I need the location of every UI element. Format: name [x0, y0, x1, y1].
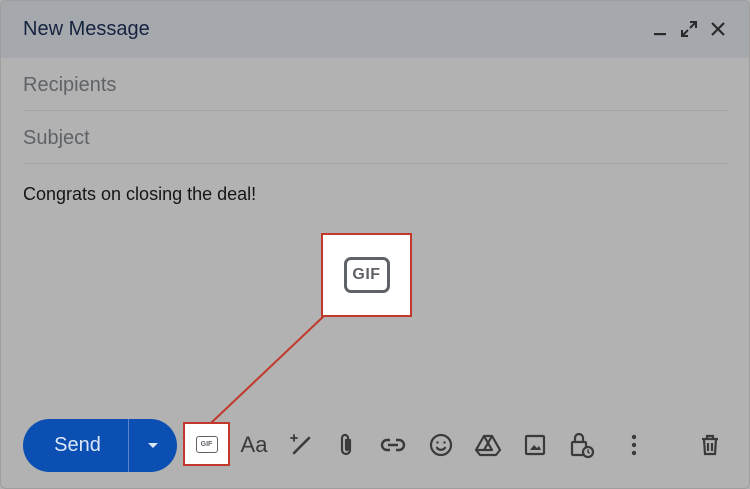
gif-icon: GIF [195, 435, 218, 453]
compose-window: New Message Recipients Subject Congrats … [0, 0, 750, 489]
insert-photo-button[interactable] [516, 426, 554, 464]
send-button[interactable]: Send [23, 419, 129, 472]
photo-icon [524, 434, 546, 456]
gif-icon-enlarged: GIF [343, 257, 390, 293]
dropdown-arrow-icon [148, 442, 158, 448]
link-button[interactable] [374, 426, 412, 464]
attach-icon [340, 433, 352, 456]
emoji-button[interactable] [422, 426, 460, 464]
gif-callout: GIF [321, 233, 412, 317]
ai-pen-button[interactable] [282, 426, 320, 464]
drive-button[interactable] [469, 426, 507, 464]
confidential-lock-icon [570, 432, 595, 459]
drive-icon [474, 434, 502, 457]
gif-callout-label: GIF [352, 266, 381, 283]
send-button-group: Send [23, 419, 177, 472]
gif-button[interactable]: GIF [183, 422, 230, 466]
attach-button[interactable] [327, 426, 365, 464]
more-options-icon [631, 434, 637, 456]
link-icon [380, 438, 406, 452]
more-options-button[interactable] [615, 426, 653, 464]
ai-pen-icon [290, 434, 311, 455]
formatting-icon: Aa [240, 432, 268, 457]
confidential-mode-button[interactable] [563, 426, 601, 464]
trash-icon [702, 434, 718, 456]
formatting-button[interactable]: Aa [235, 426, 273, 464]
send-label: Send [54, 434, 101, 456]
discard-draft-button[interactable] [691, 426, 729, 464]
emoji-icon [429, 433, 453, 457]
gif-label: GIF [200, 440, 213, 448]
